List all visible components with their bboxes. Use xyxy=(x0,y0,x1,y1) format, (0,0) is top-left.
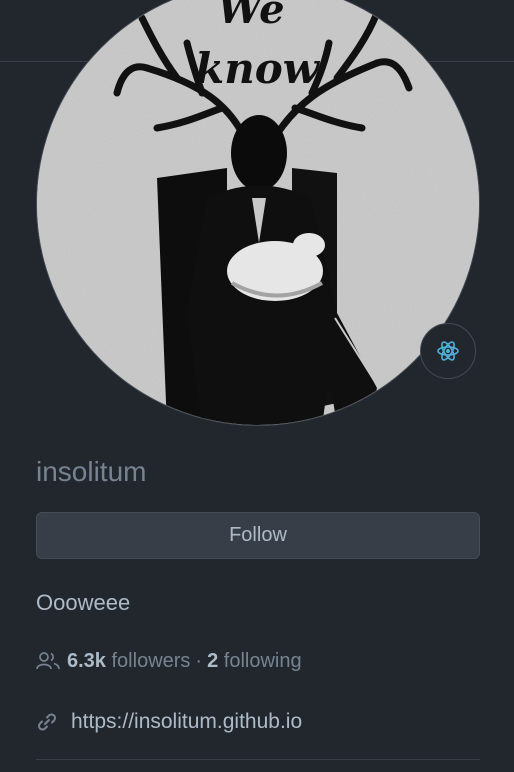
profile-website: https://insolitum.github.io xyxy=(36,706,302,738)
avatar-image: We know xyxy=(37,0,479,425)
status-badge[interactable] xyxy=(420,323,476,379)
followers-link[interactable]: 6.3k followers xyxy=(67,650,190,673)
social-separator: · xyxy=(195,649,203,672)
avatar-lettering-we: We xyxy=(217,0,284,33)
atom-icon xyxy=(437,341,459,361)
website-link[interactable]: https://insolitum.github.io xyxy=(71,710,302,734)
people-icon xyxy=(36,651,60,671)
divider xyxy=(36,759,480,760)
social-counts: 6.3k followers · 2 following xyxy=(36,646,302,676)
following-count: 2 xyxy=(207,649,219,672)
avatar-lettering-know: know xyxy=(195,44,321,93)
followers-label: followers xyxy=(111,649,191,672)
following-label: following xyxy=(223,649,302,672)
profile-bio: Oooweee xyxy=(36,590,131,615)
follow-button[interactable]: Follow xyxy=(36,512,480,559)
link-icon xyxy=(36,711,58,733)
followers-count: 6.3k xyxy=(67,649,106,672)
following-link[interactable]: 2 following xyxy=(207,650,302,673)
profile-username: insolitum xyxy=(36,456,147,487)
avatar[interactable]: We know xyxy=(36,0,480,426)
profile-page: We know insolitum Follow Oooweee 6.3k fo… xyxy=(0,0,514,772)
